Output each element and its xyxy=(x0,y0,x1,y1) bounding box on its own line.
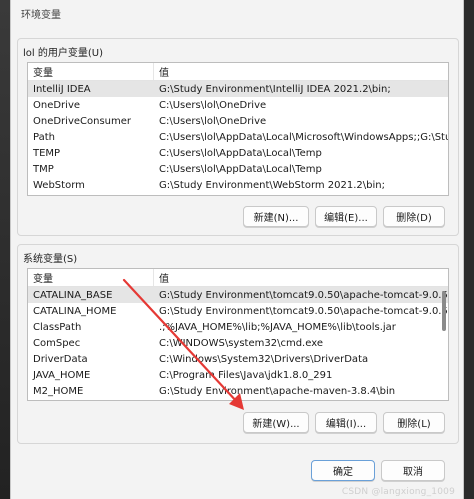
variable-name-cell: Path xyxy=(33,131,55,143)
variable-name-cell: JAVA_HOME xyxy=(33,369,91,381)
variable-name-cell: IntelliJ IDEA xyxy=(33,83,91,95)
user-variables-list[interactable]: 变量 值 IntelliJ IDEA G:\Study Environment\I… xyxy=(27,62,449,196)
variable-value-cell: C:\Users\lol\OneDrive xyxy=(159,99,267,111)
variable-name-cell: M2_HOME xyxy=(33,385,84,397)
variable-value-cell: .;%JAVA_HOME%\lib;%JAVA_HOME%\lib\tools.… xyxy=(159,321,396,333)
title-bar: 环境变量 xyxy=(11,0,463,26)
variable-value-cell: C:\Users\lol\OneDrive xyxy=(159,115,267,127)
variable-value-cell: C:\WINDOWS\system32\cmd.exe xyxy=(159,337,323,349)
variable-name-cell: WebStorm xyxy=(33,179,85,191)
variable-name-cell: OneDrive xyxy=(33,99,81,111)
variable-value-cell: G:\Study Environment\WebStorm 2021.2\bin… xyxy=(159,179,385,191)
variable-name-cell: CATALINA_BASE xyxy=(33,289,113,301)
variable-name-cell: DriverData xyxy=(33,353,88,365)
table-row[interactable]: Path C:\Users\lol\AppData\Local\Microsoft… xyxy=(28,129,448,145)
environment-variables-dialog: 环境变量 lol 的用户变量(U) 变量 值 IntelliJ IDEA G:\S… xyxy=(10,0,464,499)
column-header-name[interactable]: 变量 xyxy=(28,63,154,80)
table-row[interactable]: TEMP C:\Users\lol\AppData\Local\Temp xyxy=(28,145,448,161)
column-header-value[interactable]: 值 xyxy=(154,63,448,80)
list-header: 变量 值 xyxy=(28,269,448,287)
variable-value-cell: C:\Program Files\Java\jdk1.8.0_291 xyxy=(159,369,333,381)
table-row[interactable]: M2_HOME G:\Study Environment\apache-maven… xyxy=(28,383,448,399)
variable-value-cell: G:\Study Environment\tomcat9.0.50\apache… xyxy=(159,305,448,317)
variable-value-cell: G:\Study Environment\apache-maven-3.8.4\… xyxy=(159,385,396,397)
watermark: CSDN @langxiong_1009 xyxy=(341,487,455,497)
window-title: 环境变量 xyxy=(21,9,61,21)
table-row[interactable]: OneDrive C:\Users\lol\OneDrive xyxy=(28,97,448,113)
system-variables-label: 系统变量(S) xyxy=(23,254,78,265)
cancel-button[interactable]: 取消 xyxy=(381,460,445,481)
table-row[interactable]: ClassPath .;%JAVA_HOME%\lib;%JAVA_HOME%\l… xyxy=(28,319,448,335)
ok-button[interactable]: 确定 xyxy=(311,460,375,481)
system-list-scrollbar[interactable] xyxy=(442,291,446,331)
table-row[interactable]: TMP C:\Users\lol\AppData\Local\Temp xyxy=(28,161,448,177)
variable-value-cell: C:\Windows\System32\Drivers\DriverData xyxy=(159,353,369,365)
table-row[interactable]: IntelliJ IDEA G:\Study Environment\Intell… xyxy=(28,81,448,97)
user-variables-label: lol 的用户变量(U) xyxy=(23,48,103,59)
variable-value-cell: C:\Users\lol\AppData\Local\Temp xyxy=(159,163,322,175)
variable-name-cell: TMP xyxy=(33,163,54,175)
table-row[interactable]: JAVA_HOME C:\Program Files\Java\jdk1.8.0_… xyxy=(28,367,448,383)
system-delete-button[interactable]: 删除(L) xyxy=(383,412,445,433)
user-edit-button[interactable]: 编辑(E)... xyxy=(315,206,377,227)
table-row[interactable]: WebStorm G:\Study Environment\WebStorm 20… xyxy=(28,177,448,193)
system-variables-list[interactable]: 变量 值 CATALINA_BASE G:\Study Environment\t… xyxy=(27,268,449,401)
variable-value-cell: C:\Users\lol\AppData\Local\Microsoft\Win… xyxy=(159,131,448,143)
table-row[interactable]: DriverData C:\Windows\System32\Drivers\Dr… xyxy=(28,351,448,367)
column-header-name[interactable]: 变量 xyxy=(28,269,154,286)
variable-value-cell: G:\Study Environment\tomcat9.0.50\apache… xyxy=(159,289,448,301)
variable-name-cell: ComSpec xyxy=(33,337,81,349)
table-row[interactable]: CATALINA_BASE G:\Study Environment\tomcat… xyxy=(28,287,448,303)
system-new-button[interactable]: 新建(W)... xyxy=(243,412,309,433)
column-header-value[interactable]: 值 xyxy=(154,269,448,286)
list-header: 变量 值 xyxy=(28,63,448,81)
user-delete-button[interactable]: 删除(D) xyxy=(383,206,445,227)
variable-name-cell: CATALINA_HOME xyxy=(33,305,117,317)
table-row[interactable]: ComSpec C:\WINDOWS\system32\cmd.exe xyxy=(28,335,448,351)
variable-name-cell: ClassPath xyxy=(33,321,82,333)
system-edit-button[interactable]: 编辑(I)... xyxy=(315,412,377,433)
table-row[interactable]: OneDriveConsumer C:\Users\lol\OneDrive xyxy=(28,113,448,129)
user-new-button[interactable]: 新建(N)... xyxy=(243,206,309,227)
variable-value-cell: C:\Users\lol\AppData\Local\Temp xyxy=(159,147,322,159)
variable-name-cell: OneDriveConsumer xyxy=(33,115,132,127)
variable-name-cell: TEMP xyxy=(33,147,61,159)
table-row[interactable]: CATALINA_HOME G:\Study Environment\tomcat… xyxy=(28,303,448,319)
variable-value-cell: G:\Study Environment\IntelliJ IDEA 2021.… xyxy=(159,83,391,95)
